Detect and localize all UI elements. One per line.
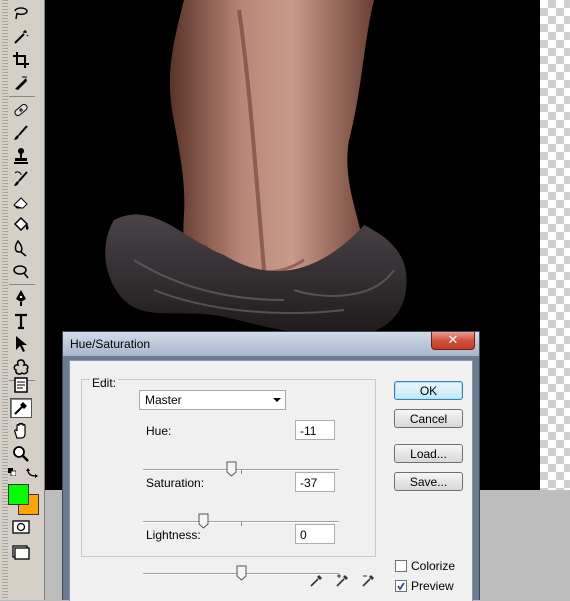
edit-label: Edit: xyxy=(90,376,119,390)
save-button[interactable]: Save... xyxy=(394,472,463,491)
colorize-label: Colorize xyxy=(411,559,456,573)
ok-button[interactable]: OK xyxy=(394,381,463,400)
screen-mode-icon[interactable] xyxy=(10,542,32,562)
brush-icon[interactable] xyxy=(10,123,32,143)
load-button[interactable]: Load... xyxy=(394,444,463,463)
dialog-title-bar[interactable]: Hue/Saturation ✕ xyxy=(63,332,479,356)
colorize-checkbox[interactable] xyxy=(395,560,407,572)
notes-icon[interactable] xyxy=(10,375,32,395)
adjustment-group: Master Hue: -11 Saturation: -37 Lightnes… xyxy=(81,379,376,581)
default-colors-icon[interactable] xyxy=(8,468,16,476)
dialog-body: Master Hue: -11 Saturation: -37 Lightnes… xyxy=(69,360,473,601)
chevron-down-icon xyxy=(273,398,281,402)
quick-mask-icon[interactable] xyxy=(10,517,32,537)
lightness-input[interactable]: 0 xyxy=(295,524,335,544)
clone-stamp-icon[interactable] xyxy=(10,146,32,166)
hue-input[interactable]: -11 xyxy=(295,420,335,440)
saturation-center-tick xyxy=(241,522,242,526)
swap-colors-icon[interactable] xyxy=(26,466,38,478)
hue-slider-thumb[interactable] xyxy=(226,461,237,477)
pen-icon[interactable] xyxy=(10,288,32,308)
eyedropper-icon[interactable] xyxy=(10,398,32,418)
dialog-title: Hue/Saturation xyxy=(70,337,151,351)
eyedropper-minus-icon[interactable] xyxy=(361,572,377,588)
path-selection-icon[interactable] xyxy=(10,334,32,354)
panel-grip[interactable] xyxy=(2,0,8,600)
eyedropper-icon[interactable] xyxy=(309,572,325,588)
history-brush-icon[interactable] xyxy=(10,169,32,189)
eraser-icon[interactable] xyxy=(10,192,32,212)
blur-icon[interactable] xyxy=(10,238,32,258)
saturation-input[interactable]: -37 xyxy=(295,472,335,492)
edit-dropdown-value: Master xyxy=(145,393,182,407)
cancel-button[interactable]: Cancel xyxy=(394,409,463,428)
hue-saturation-dialog: Hue/Saturation ✕ Master Hue: -11 Saturat… xyxy=(62,331,480,601)
hue-center-tick xyxy=(241,470,242,474)
tool-separator xyxy=(9,96,35,97)
crop-icon[interactable] xyxy=(10,50,32,70)
transparent-area xyxy=(540,0,570,490)
type-icon[interactable] xyxy=(10,311,32,331)
eyedropper-plus-icon[interactable] xyxy=(335,572,351,588)
hue-label: Hue: xyxy=(146,424,172,438)
preview-label: Preview xyxy=(411,579,454,593)
tools-panel xyxy=(0,0,45,600)
saturation-slider-thumb[interactable] xyxy=(198,513,209,529)
paint-bucket-icon[interactable] xyxy=(10,215,32,235)
tool-separator xyxy=(9,284,35,285)
slice-icon[interactable] xyxy=(10,73,32,93)
hand-icon[interactable] xyxy=(10,421,32,441)
zoom-icon[interactable] xyxy=(10,444,32,464)
saturation-label: Saturation: xyxy=(146,476,205,490)
custom-shape-icon[interactable] xyxy=(10,357,32,377)
lasso-icon[interactable] xyxy=(10,4,32,24)
lightness-label: Lightness: xyxy=(146,528,201,542)
dodge-icon[interactable] xyxy=(10,261,32,281)
close-icon: ✕ xyxy=(447,333,459,348)
lightness-slider-thumb[interactable] xyxy=(236,565,247,581)
close-button[interactable]: ✕ xyxy=(431,332,475,350)
edit-dropdown[interactable]: Master xyxy=(139,390,286,410)
magic-wand-icon[interactable] xyxy=(10,27,32,47)
foreground-color-swatch[interactable] xyxy=(8,484,29,505)
healing-brush-icon[interactable] xyxy=(10,100,32,120)
checkmark-icon xyxy=(397,582,405,591)
preview-checkbox[interactable] xyxy=(395,580,407,592)
